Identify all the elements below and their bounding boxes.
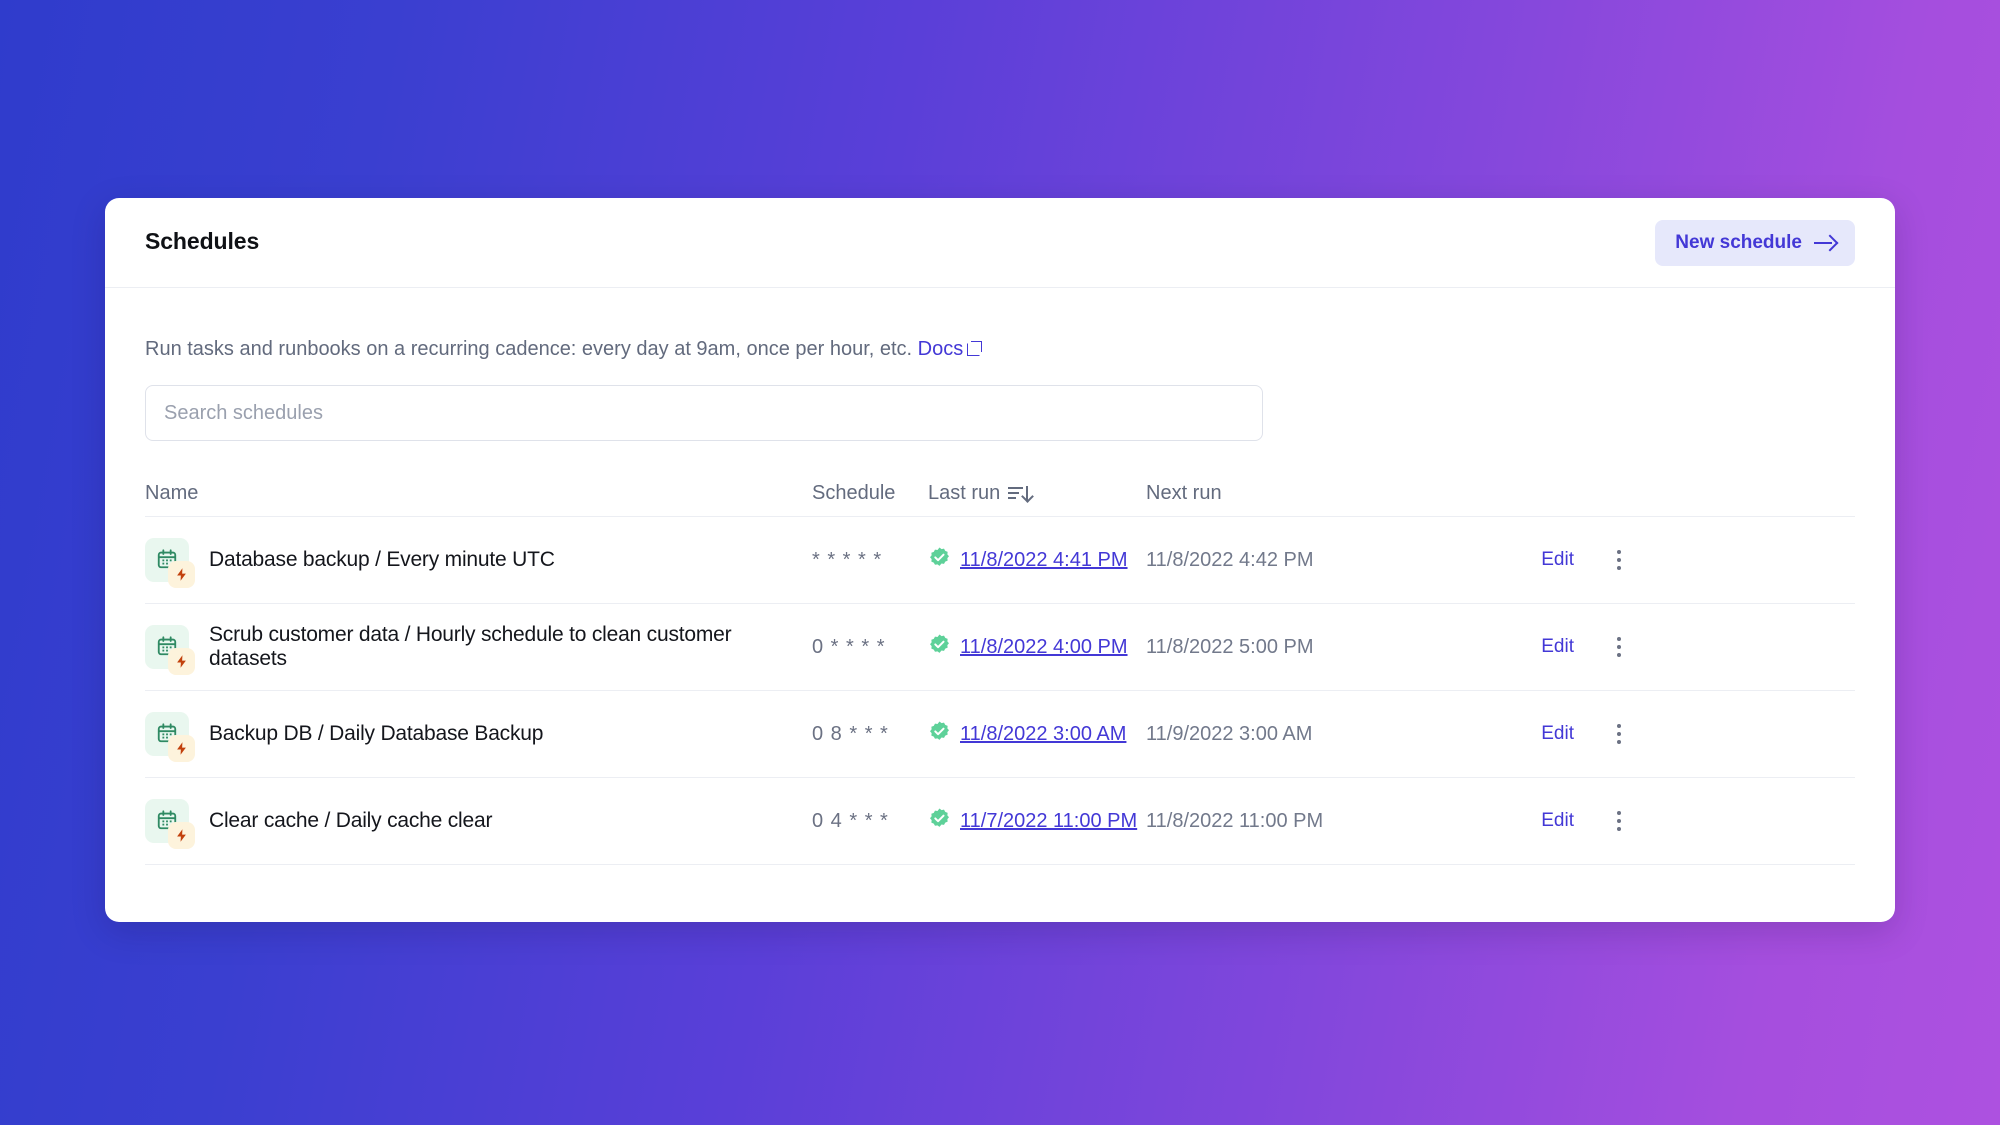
table-header-row: Name Schedule Last run Next run (145, 470, 1855, 516)
card-header: Schedules New schedule (105, 198, 1895, 288)
last-run-timestamp[interactable]: 11/8/2022 3:00 AM (960, 723, 1126, 746)
card-body: Run tasks and runbooks on a recurring ca… (105, 337, 1895, 865)
cell-schedule: 0 8 * * * (812, 723, 928, 746)
docs-link[interactable]: Docs (918, 338, 983, 360)
last-run-timestamp[interactable]: 11/7/2022 11:00 PM (960, 810, 1137, 833)
cell-edit: Edit (1504, 636, 1574, 658)
calendar-icon (145, 712, 195, 762)
schedule-name[interactable]: Database backup / Every minute UTC (209, 548, 555, 572)
cell-last-run: 11/8/2022 4:41 PM (928, 546, 1146, 574)
cron-expression: 0 * * * * (812, 635, 886, 658)
cell-next-run: 11/8/2022 4:42 PM (1146, 549, 1504, 572)
cell-menu (1574, 721, 1632, 747)
column-header-schedule[interactable]: Schedule (812, 482, 928, 505)
lightning-bolt-icon (168, 735, 195, 762)
cell-next-run: 11/8/2022 11:00 PM (1146, 810, 1504, 833)
new-schedule-label: New schedule (1675, 232, 1802, 253)
docs-label: Docs (917, 338, 964, 360)
column-header-next-run[interactable]: Next run (1146, 482, 1504, 505)
lightning-bolt-icon (168, 561, 195, 588)
next-run-timestamp: 11/9/2022 3:00 AM (1146, 722, 1313, 745)
calendar-icon (145, 625, 195, 675)
more-vertical-icon[interactable] (1606, 808, 1632, 834)
column-header-name[interactable]: Name (145, 482, 812, 505)
cell-schedule: 0 4 * * * (812, 810, 928, 833)
cell-edit: Edit (1504, 549, 1574, 571)
cron-expression: 0 4 * * * (812, 809, 889, 832)
new-schedule-button[interactable]: New schedule (1655, 220, 1855, 266)
lightning-bolt-icon (168, 822, 195, 849)
cell-last-run: 11/8/2022 4:00 PM (928, 633, 1146, 661)
lightning-bolt-icon (168, 648, 195, 675)
cell-schedule: 0 * * * * (812, 636, 928, 659)
sort-descending-icon[interactable] (1008, 483, 1029, 503)
edit-link[interactable]: Edit (1541, 810, 1574, 831)
cell-next-run: 11/8/2022 5:00 PM (1146, 636, 1504, 659)
table-bottom-divider (145, 864, 1855, 865)
cell-schedule: * * * * * (812, 549, 928, 572)
schedule-name[interactable]: Backup DB / Daily Database Backup (209, 722, 543, 746)
check-badge-icon (928, 807, 951, 835)
schedules-table: Name Schedule Last run Next run Database… (145, 470, 1855, 865)
search-input[interactable] (145, 385, 1263, 441)
cell-menu (1574, 634, 1632, 660)
edit-link[interactable]: Edit (1541, 549, 1574, 570)
table-row[interactable]: Clear cache / Daily cache clear 0 4 * * … (145, 777, 1855, 864)
next-run-timestamp: 11/8/2022 5:00 PM (1146, 635, 1314, 658)
cell-menu (1574, 808, 1632, 834)
cell-last-run: 11/7/2022 11:00 PM (928, 807, 1146, 835)
table-row[interactable]: Database backup / Every minute UTC * * *… (145, 516, 1855, 603)
cell-name: Clear cache / Daily cache clear (145, 799, 812, 849)
cell-last-run: 11/8/2022 3:00 AM (928, 720, 1146, 748)
description-text: Run tasks and runbooks on a recurring ca… (145, 338, 913, 360)
page-title: Schedules (145, 228, 260, 254)
edit-link[interactable]: Edit (1541, 723, 1574, 744)
column-header-last-run-label: Last run (928, 481, 1001, 504)
schedule-name[interactable]: Scrub customer data / Hourly schedule to… (209, 623, 812, 671)
more-vertical-icon[interactable] (1606, 634, 1632, 660)
check-badge-icon (928, 720, 951, 748)
cell-name: Database backup / Every minute UTC (145, 538, 812, 588)
table-row[interactable]: Backup DB / Daily Database Backup 0 8 * … (145, 690, 1855, 777)
table-body: Database backup / Every minute UTC * * *… (145, 516, 1855, 864)
last-run-timestamp[interactable]: 11/8/2022 4:41 PM (960, 549, 1128, 572)
cron-expression: * * * * * (812, 548, 883, 571)
cell-menu (1574, 547, 1632, 573)
more-vertical-icon[interactable] (1606, 721, 1632, 747)
calendar-icon (145, 538, 195, 588)
description: Run tasks and runbooks on a recurring ca… (145, 337, 1855, 361)
arrow-right-icon (1813, 232, 1835, 254)
check-badge-icon (928, 633, 951, 661)
table-row[interactable]: Scrub customer data / Hourly schedule to… (145, 603, 1855, 690)
schedules-card: Schedules New schedule Run tasks and run… (105, 198, 1895, 922)
next-run-timestamp: 11/8/2022 11:00 PM (1146, 809, 1324, 832)
cell-next-run: 11/9/2022 3:00 AM (1146, 723, 1504, 746)
cell-edit: Edit (1504, 723, 1574, 745)
cell-name: Backup DB / Daily Database Backup (145, 712, 812, 762)
cell-name: Scrub customer data / Hourly schedule to… (145, 623, 812, 675)
last-run-timestamp[interactable]: 11/8/2022 4:00 PM (960, 636, 1128, 659)
check-badge-icon (928, 546, 951, 574)
more-vertical-icon[interactable] (1606, 547, 1632, 573)
cron-expression: 0 8 * * * (812, 722, 889, 745)
calendar-icon (145, 799, 195, 849)
column-header-last-run[interactable]: Last run (928, 482, 1146, 505)
edit-link[interactable]: Edit (1541, 636, 1574, 657)
schedule-name[interactable]: Clear cache / Daily cache clear (209, 809, 492, 833)
external-link-icon (967, 341, 983, 356)
cell-edit: Edit (1504, 810, 1574, 832)
next-run-timestamp: 11/8/2022 4:42 PM (1146, 548, 1314, 571)
